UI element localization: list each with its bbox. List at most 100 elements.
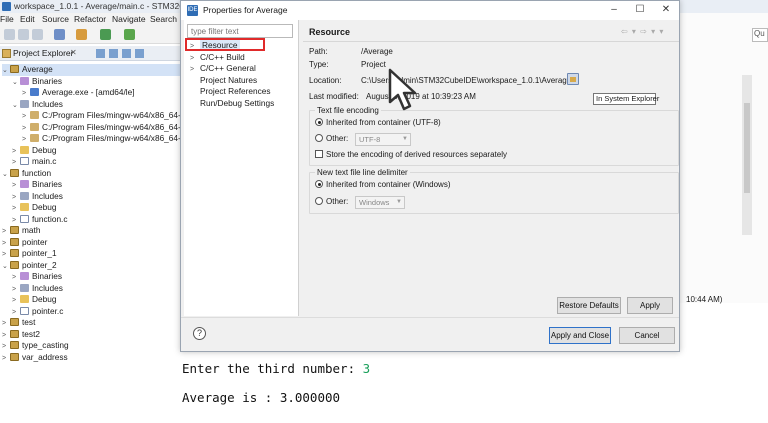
- show-in-system-explorer-button[interactable]: [567, 73, 579, 85]
- tree-item[interactable]: ⌄ function: [2, 168, 180, 180]
- menu-source[interactable]: Source: [42, 14, 69, 24]
- menu-refactor[interactable]: Refactor: [74, 14, 106, 24]
- chevron-right-icon[interactable]: >: [22, 111, 30, 122]
- chevron-right-icon[interactable]: >: [12, 272, 20, 283]
- scrollbar-thumb[interactable]: [744, 103, 750, 193]
- help-icon[interactable]: ?: [193, 327, 206, 340]
- debug-icon[interactable]: [100, 29, 111, 40]
- project-explorer-title[interactable]: Project Explorer: [13, 48, 73, 58]
- tree-item[interactable]: > Includes: [12, 283, 180, 295]
- chevron-right-icon[interactable]: >: [12, 295, 20, 306]
- nav-item-project-natures[interactable]: Project Natures: [190, 75, 257, 87]
- nav-item-resource[interactable]: > Resource: [190, 40, 240, 52]
- chevron-right-icon[interactable]: >: [12, 215, 20, 226]
- menu-navigate[interactable]: Navigate: [112, 14, 146, 24]
- tree-item[interactable]: > Debug: [12, 202, 180, 214]
- chevron-right-icon[interactable]: >: [22, 134, 30, 145]
- tree-item[interactable]: > Binaries: [12, 179, 180, 191]
- tree-item[interactable]: > pointer: [2, 237, 180, 249]
- chevron-right-icon[interactable]: >: [12, 180, 20, 191]
- chevron-right-icon[interactable]: >: [190, 64, 200, 75]
- filter-input[interactable]: [187, 24, 293, 38]
- chevron-right-icon[interactable]: >: [22, 88, 30, 99]
- store-encoding-checkbox[interactable]: Store the encoding of derived resources …: [315, 150, 507, 161]
- nav-item-c-c-build[interactable]: > C/C++ Build: [190, 52, 245, 64]
- tree-item[interactable]: > var_address: [2, 352, 180, 364]
- tree-item[interactable]: ⌄ Includes: [12, 99, 180, 111]
- chevron-right-icon[interactable]: >: [12, 192, 20, 203]
- chevron-right-icon[interactable]: >: [2, 330, 10, 341]
- editor-scrollbar[interactable]: [742, 75, 752, 235]
- chevron-right-icon[interactable]: >: [12, 307, 20, 318]
- chevron-right-icon[interactable]: >: [12, 146, 20, 157]
- maximize-icon[interactable]: ☐: [633, 3, 647, 17]
- restore-defaults-button[interactable]: Restore Defaults: [557, 297, 621, 314]
- collapse-all-icon[interactable]: [96, 49, 105, 58]
- delimiter-inherited-radio[interactable]: Inherited from container (Windows): [315, 180, 451, 191]
- tree-item[interactable]: > Binaries: [12, 271, 180, 283]
- chevron-right-icon[interactable]: >: [190, 41, 200, 52]
- chevron-right-icon[interactable]: >: [2, 226, 10, 237]
- chevron-right-icon[interactable]: >: [2, 238, 10, 249]
- tree-item[interactable]: > Debug: [12, 294, 180, 306]
- chevron-right-icon[interactable]: >: [190, 53, 200, 64]
- panel-nav-arrows[interactable]: ⇦ ▾ ⇨ ▾ ▾: [621, 27, 664, 36]
- tree-item[interactable]: > Average.exe - [amd64/le]: [22, 87, 180, 99]
- tree-item[interactable]: > C:/Program Files/mingw-w64/x86_64-8: [22, 122, 185, 134]
- nav-item-run-debug-settings[interactable]: Run/Debug Settings: [190, 98, 274, 110]
- save-icon[interactable]: [18, 29, 29, 40]
- chevron-right-icon[interactable]: >: [2, 353, 10, 364]
- chevron-right-icon[interactable]: >: [2, 249, 10, 260]
- apply-and-close-button[interactable]: Apply and Close: [549, 327, 611, 344]
- apply-button[interactable]: Apply: [627, 297, 673, 314]
- tree-item[interactable]: ⌄ pointer_2: [2, 260, 180, 272]
- minimize-icon[interactable]: –: [607, 3, 621, 17]
- tree-item[interactable]: > test: [2, 317, 180, 329]
- close-icon[interactable]: ✕: [659, 3, 673, 17]
- chevron-down-icon[interactable]: ⌄: [2, 169, 10, 180]
- tree-item[interactable]: > main.c: [12, 156, 180, 168]
- tree-item[interactable]: > pointer_1: [2, 248, 180, 260]
- nav-item-c-c-general[interactable]: > C/C++ General: [190, 63, 256, 75]
- run-icon[interactable]: [124, 29, 135, 40]
- chevron-right-icon[interactable]: >: [22, 123, 30, 134]
- chevron-right-icon[interactable]: >: [2, 318, 10, 329]
- minimize-icon[interactable]: [135, 49, 144, 58]
- link-editor-icon[interactable]: [109, 49, 118, 58]
- chevron-down-icon[interactable]: ⌄: [12, 77, 20, 88]
- tree-item[interactable]: > Debug: [12, 145, 180, 157]
- nav-item-project-references[interactable]: Project References: [190, 86, 271, 98]
- chevron-right-icon[interactable]: >: [12, 284, 20, 295]
- menu-edit[interactable]: Edit: [20, 14, 35, 24]
- chevron-right-icon[interactable]: >: [12, 157, 20, 168]
- delimiter-other-radio[interactable]: Other:: [315, 197, 348, 208]
- settings-icon[interactable]: [54, 29, 65, 40]
- chevron-down-icon[interactable]: ⌄: [12, 100, 20, 111]
- menu-file[interactable]: File: [0, 14, 14, 24]
- tree-item[interactable]: ⌄ Average: [2, 64, 180, 76]
- close-icon[interactable]: ✕: [70, 48, 77, 57]
- save-all-icon[interactable]: [32, 29, 43, 40]
- quick-access-field[interactable]: Qu: [752, 28, 768, 42]
- encoding-other-radio[interactable]: Other:: [315, 134, 348, 145]
- menu-search[interactable]: Search: [150, 14, 177, 24]
- tree-item[interactable]: > C:/Program Files/mingw-w64/x86_64-8: [22, 110, 185, 122]
- chevron-down-icon[interactable]: ⌄: [2, 261, 10, 272]
- delimiter-combo[interactable]: Windows ▼: [355, 196, 405, 209]
- tree-item[interactable]: > C:/Program Files/mingw-w64/x86_64-8: [22, 133, 185, 145]
- encoding-inherited-radio[interactable]: Inherited from container (UTF-8): [315, 118, 441, 129]
- tree-item[interactable]: > type_casting: [2, 340, 180, 352]
- chevron-right-icon[interactable]: >: [12, 203, 20, 214]
- tree-item[interactable]: > Includes: [12, 191, 180, 203]
- tree-item[interactable]: > test2: [2, 329, 180, 341]
- tree-item[interactable]: > function.c: [12, 214, 180, 226]
- tree-item[interactable]: > pointer.c: [12, 306, 180, 318]
- view-menu-icon[interactable]: [122, 49, 131, 58]
- tree-item[interactable]: ⌄ Binaries: [12, 76, 180, 88]
- chevron-right-icon[interactable]: >: [2, 341, 10, 352]
- encoding-combo[interactable]: UTF-8 ▼: [355, 133, 411, 146]
- cancel-button[interactable]: Cancel: [619, 327, 675, 344]
- tree-item[interactable]: > math: [2, 225, 180, 237]
- new-icon[interactable]: [4, 29, 15, 40]
- build-icon[interactable]: [76, 29, 87, 40]
